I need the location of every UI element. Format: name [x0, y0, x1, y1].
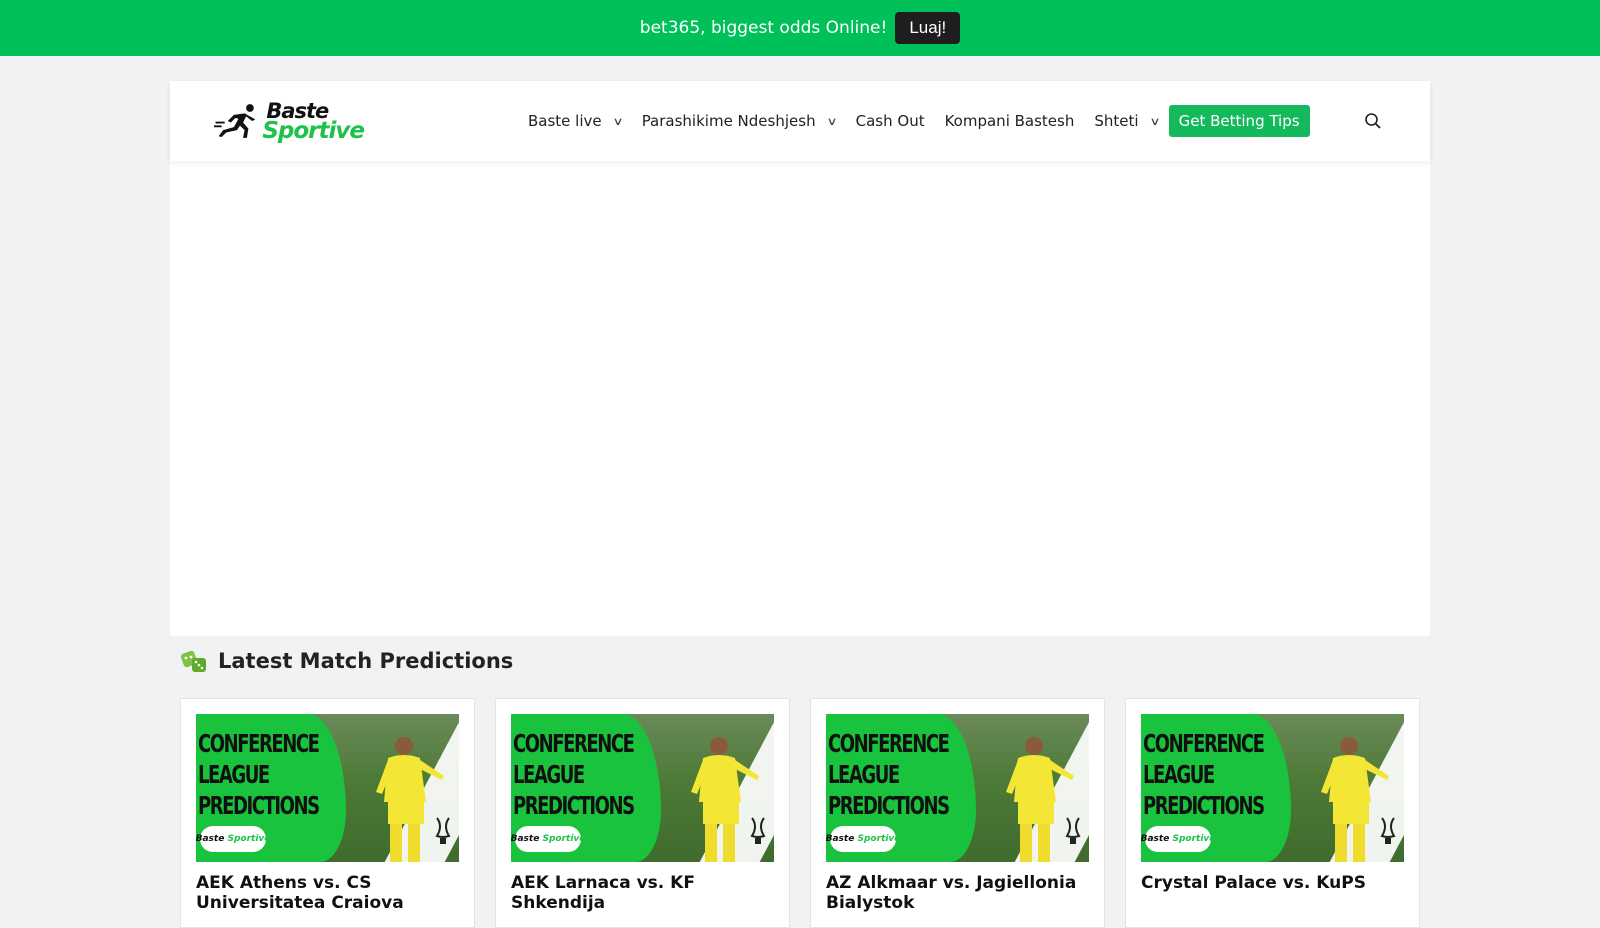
headline-line: PREDICTIONS: [198, 791, 320, 820]
nav-item-parashikime-ndeshjesh[interactable]: Parashikime Ndeshjesh ∨: [641, 112, 838, 130]
headline-line: PREDICTIONS: [513, 791, 635, 820]
ad-placeholder: [170, 161, 1430, 636]
banner-text: bet365, biggest odds Online!: [639, 18, 888, 38]
headline-line: PREDICTIONS: [1143, 791, 1265, 820]
logo-wordmark: Baste Sportive: [262, 101, 365, 144]
section-title: Latest Match Predictions: [218, 649, 514, 673]
nav-item-label: Parashikime Ndeshjesh: [641, 112, 816, 130]
chevron-down-icon: ∨: [825, 114, 838, 128]
card-thumbnail[interactable]: CONFERENCE LEAGUE PREDICTIONS Baste Spor…: [1141, 714, 1404, 862]
card-thumbnail[interactable]: CONFERENCE LEAGUE PREDICTIONS Baste Spor…: [511, 714, 774, 862]
trophy-icon: [750, 817, 766, 844]
card-title[interactable]: AEK Athens vs. CS Universitatea Craiova: [196, 873, 459, 913]
headline-line: CONFERENCE: [198, 729, 320, 758]
headline-line: CONFERENCE: [513, 729, 635, 758]
prediction-card[interactable]: CONFERENCE LEAGUE PREDICTIONS Baste Spor…: [180, 698, 475, 928]
thumbnail-logo-pill: Baste Sportive: [826, 826, 900, 852]
trophy-icon: [1065, 817, 1081, 844]
nav-item-cash-out[interactable]: Cash Out: [856, 112, 925, 130]
logo-text-bottom: Sportive: [262, 118, 365, 144]
card-title[interactable]: Crystal Palace vs. KuPS: [1141, 873, 1404, 893]
thumbnail-headline: CONFERENCE LEAGUE PREDICTIONS: [1143, 728, 1265, 821]
trophy-icon: [1380, 817, 1396, 844]
prediction-card[interactable]: CONFERENCE LEAGUE PREDICTIONS Baste Spor…: [1125, 698, 1420, 928]
site-logo[interactable]: Baste Sportive: [214, 96, 365, 146]
play-button[interactable]: Luaj!: [895, 12, 961, 44]
main-nav: Baste live ∨ Parashikime Ndeshjesh ∨ Cas…: [528, 81, 1310, 161]
card-thumbnail[interactable]: CONFERENCE LEAGUE PREDICTIONS Baste Spor…: [826, 714, 1089, 862]
pill-logo-bottom: Sportive: [857, 833, 901, 844]
pill-logo-bottom: Sportive: [1172, 833, 1216, 844]
headline-line: LEAGUE: [198, 760, 270, 789]
thumbnail-headline: CONFERENCE LEAGUE PREDICTIONS: [513, 728, 635, 821]
nav-item-baste-live[interactable]: Baste live ∨: [528, 112, 624, 130]
headline-line: CONFERENCE: [1143, 729, 1265, 758]
nav-item-label: Baste live: [528, 112, 602, 130]
dice-icon: [180, 650, 206, 672]
card-title[interactable]: AZ Alkmaar vs. Jagiellonia Bialystok: [826, 873, 1089, 913]
headline-line: LEAGUE: [1143, 760, 1215, 789]
pill-logo-bottom: Sportive: [227, 833, 271, 844]
pill-logo-top: Baste: [196, 833, 225, 844]
search-icon[interactable]: [1364, 112, 1382, 130]
headline-line: PREDICTIONS: [828, 791, 950, 820]
prediction-card[interactable]: CONFERENCE LEAGUE PREDICTIONS Baste Spor…: [810, 698, 1105, 928]
prediction-cards: CONFERENCE LEAGUE PREDICTIONS Baste Spor…: [170, 676, 1430, 928]
pill-logo-top: Baste: [1141, 833, 1170, 844]
nav-item-shteti[interactable]: Shteti ∨: [1094, 112, 1161, 130]
get-betting-tips-button[interactable]: Get Betting Tips: [1168, 105, 1310, 137]
top-promo-banner: bet365, biggest odds Online! Luaj!: [0, 0, 1600, 56]
chevron-down-icon: ∨: [1148, 114, 1161, 128]
trophy-icon: [435, 817, 451, 844]
thumbnail-headline: CONFERENCE LEAGUE PREDICTIONS: [828, 728, 950, 821]
card-title[interactable]: AEK Larnaca vs. KF Shkendija: [511, 873, 774, 913]
nav-item-label: Shteti: [1094, 112, 1139, 130]
nav-item-kompani-bastesh[interactable]: Kompani Bastesh: [945, 112, 1075, 130]
pill-logo-bottom: Sportive: [542, 833, 586, 844]
pill-logo-top: Baste: [826, 833, 855, 844]
nav-item-label: Cash Out: [855, 112, 925, 130]
latest-predictions-section: Latest Match Predictions CONFERENCE LEAG…: [170, 636, 1430, 928]
thumbnail-logo-pill: Baste Sportive: [511, 826, 585, 852]
section-header: Latest Match Predictions: [170, 646, 1430, 676]
site-header: Baste Sportive Baste live ∨ Parashikime …: [170, 81, 1430, 161]
page-container: Baste Sportive Baste live ∨ Parashikime …: [170, 81, 1430, 928]
pill-logo-top: Baste: [511, 833, 540, 844]
chevron-down-icon: ∨: [612, 114, 624, 128]
card-thumbnail[interactable]: CONFERENCE LEAGUE PREDICTIONS Baste Spor…: [196, 714, 459, 862]
headline-line: LEAGUE: [828, 760, 900, 789]
prediction-card[interactable]: CONFERENCE LEAGUE PREDICTIONS Baste Spor…: [495, 698, 790, 928]
headline-line: LEAGUE: [513, 760, 585, 789]
thumbnail-logo-pill: Baste Sportive: [1141, 826, 1215, 852]
nav-item-label: Kompani Bastesh: [944, 112, 1075, 130]
thumbnail-headline: CONFERENCE LEAGUE PREDICTIONS: [198, 728, 320, 821]
headline-line: CONFERENCE: [828, 729, 950, 758]
runner-icon: [214, 104, 256, 138]
thumbnail-logo-pill: Baste Sportive: [196, 826, 270, 852]
